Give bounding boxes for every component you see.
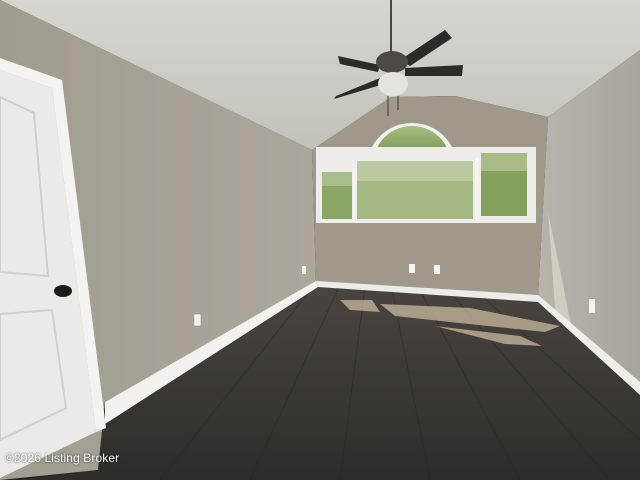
window-bank <box>316 147 536 223</box>
room-photo: ©2026 Listing Broker <box>0 0 640 480</box>
door-knob-icon[interactable] <box>54 285 72 297</box>
room-illustration <box>0 0 640 480</box>
photo-watermark: ©2026 Listing Broker <box>5 451 120 465</box>
